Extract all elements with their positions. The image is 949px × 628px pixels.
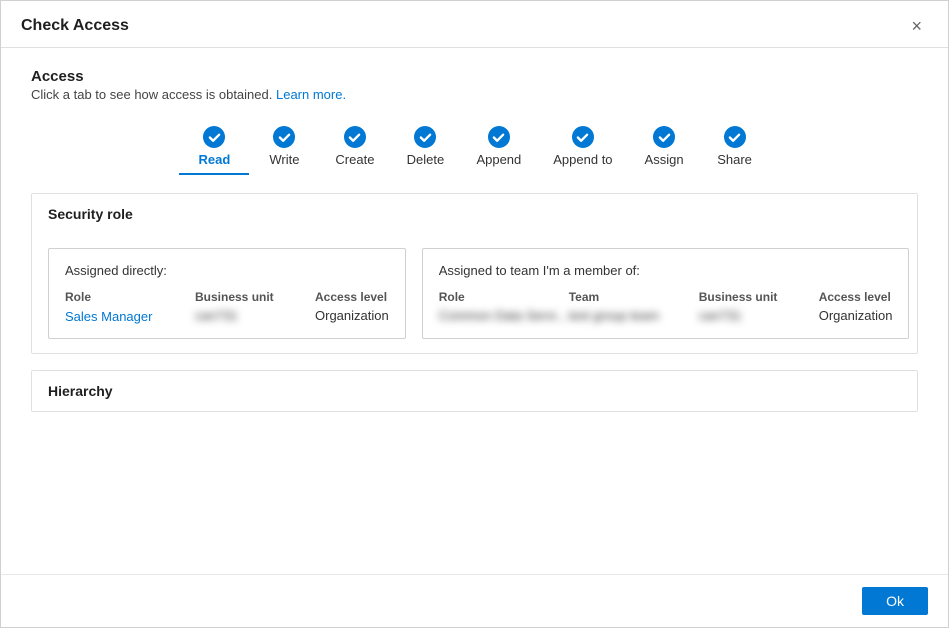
tab-read-icon bbox=[203, 126, 225, 148]
tab-append-to-label: Append to bbox=[553, 152, 612, 167]
tab-append[interactable]: Append bbox=[460, 120, 537, 175]
team-al-cell: Organization bbox=[819, 308, 893, 323]
assigned-team-header: Role Team Business unit Access level bbox=[439, 290, 893, 304]
tab-delete-icon bbox=[414, 126, 436, 148]
tab-assign-label: Assign bbox=[645, 152, 684, 167]
role-cell: Sales Manager bbox=[65, 308, 195, 324]
dialog-header: Check Access × bbox=[1, 1, 948, 48]
team-cell: test group team bbox=[569, 308, 699, 323]
dialog-footer: Ok bbox=[1, 574, 948, 627]
tab-write[interactable]: Write bbox=[249, 120, 319, 175]
manager-link[interactable]: Manager bbox=[98, 309, 153, 324]
sales-link[interactable]: Sales bbox=[65, 309, 98, 324]
team-bu-cell: can731 bbox=[699, 308, 819, 323]
security-role-section: Security role Assigned directly: Role Bu… bbox=[31, 193, 918, 354]
dialog-title: Check Access bbox=[21, 17, 129, 35]
col-header-team: Team bbox=[569, 290, 699, 304]
tab-write-label: Write bbox=[269, 152, 299, 167]
assigned-directly-header: Role Business unit Access level bbox=[65, 290, 389, 304]
col-header-role2: Role bbox=[439, 290, 569, 304]
close-button[interactable]: × bbox=[905, 15, 928, 37]
tab-read-label: Read bbox=[199, 152, 231, 167]
tab-assign-icon bbox=[653, 126, 675, 148]
check-access-dialog: Check Access × Access Click a tab to see… bbox=[0, 0, 949, 628]
tab-read[interactable]: Read bbox=[179, 120, 249, 175]
access-section-title: Access bbox=[31, 68, 918, 85]
tab-delete[interactable]: Delete bbox=[390, 120, 460, 175]
ok-button[interactable]: Ok bbox=[862, 587, 928, 615]
tab-assign[interactable]: Assign bbox=[629, 120, 700, 175]
learn-more-link[interactable]: Learn more. bbox=[276, 87, 346, 102]
tab-append-to-icon bbox=[572, 126, 594, 148]
assigned-directly-title: Assigned directly: bbox=[65, 263, 389, 278]
hierarchy-header: Hierarchy bbox=[32, 371, 917, 411]
col-header-role: Role bbox=[65, 290, 195, 304]
tab-share[interactable]: Share bbox=[700, 120, 770, 175]
table-row: Common Data Servi... test group team can… bbox=[439, 308, 893, 323]
hierarchy-section: Hierarchy bbox=[31, 370, 918, 412]
tabs-row: Read Write Create Delete bbox=[31, 120, 918, 175]
col-header-bu: Business unit bbox=[195, 290, 315, 304]
access-section: Access Click a tab to see how access is … bbox=[31, 68, 918, 102]
access-description-text: Click a tab to see how access is obtaine… bbox=[31, 87, 272, 102]
col-header-bu2: Business unit bbox=[699, 290, 819, 304]
tab-share-label: Share bbox=[717, 152, 752, 167]
access-level-cell: Organization bbox=[315, 308, 389, 324]
assigned-directly-card: Assigned directly: Role Business unit Ac… bbox=[48, 248, 406, 339]
table-row: Sales Manager can731 Organization bbox=[65, 308, 389, 324]
tab-append-icon bbox=[488, 126, 510, 148]
security-role-header: Security role bbox=[32, 194, 917, 234]
access-description: Click a tab to see how access is obtaine… bbox=[31, 87, 918, 102]
tab-share-icon bbox=[724, 126, 746, 148]
col-header-al: Access level bbox=[315, 290, 389, 304]
assigned-team-title: Assigned to team I'm a member of: bbox=[439, 263, 893, 278]
business-unit-cell: can731 bbox=[195, 308, 315, 324]
security-role-body: Assigned directly: Role Business unit Ac… bbox=[32, 234, 917, 353]
tab-append-label: Append bbox=[476, 152, 521, 167]
tab-create-icon bbox=[344, 126, 366, 148]
assigned-team-card: Assigned to team I'm a member of: Role T… bbox=[422, 248, 910, 339]
tab-append-to[interactable]: Append to bbox=[537, 120, 628, 175]
tab-delete-label: Delete bbox=[407, 152, 445, 167]
tab-write-icon bbox=[273, 126, 295, 148]
dialog-body: Access Click a tab to see how access is … bbox=[1, 48, 948, 574]
tab-create[interactable]: Create bbox=[319, 120, 390, 175]
col-header-al2: Access level bbox=[819, 290, 893, 304]
tab-create-label: Create bbox=[335, 152, 374, 167]
team-role-cell: Common Data Servi... bbox=[439, 308, 569, 323]
